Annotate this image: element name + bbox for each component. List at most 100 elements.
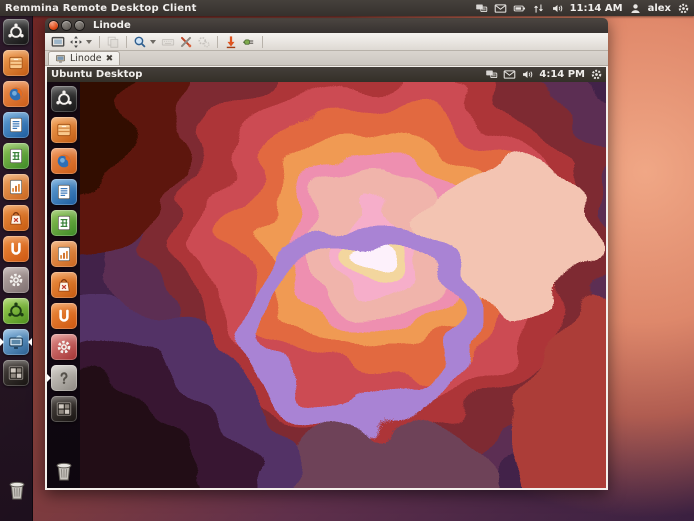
focused-app-arrow-icon	[28, 338, 32, 346]
launcher-item-system-settings[interactable]	[51, 334, 77, 360]
launcher-item-workspace-switcher[interactable]	[51, 396, 77, 422]
session-gear-icon[interactable]	[677, 2, 690, 15]
volume-icon[interactable]	[521, 68, 534, 81]
remote-wallpaper[interactable]	[47, 82, 606, 488]
launcher-item-libreoffice-writer[interactable]	[51, 179, 77, 205]
ubuntu-green-icon	[7, 302, 25, 320]
remote-session-gear-icon[interactable]	[590, 68, 603, 81]
window-maximize-button[interactable]	[75, 21, 84, 30]
libreoffice-impress-icon	[7, 178, 25, 196]
launcher-item-ubuntu-green[interactable]	[3, 298, 29, 324]
launcher-item-ubuntu-software-center[interactable]	[3, 205, 29, 231]
launcher-item-ubuntu-one[interactable]	[3, 236, 29, 262]
dash-home-icon	[55, 90, 73, 108]
network-icon[interactable]	[475, 2, 488, 15]
toolbar-fullscreen-button[interactable]	[49, 34, 67, 50]
toolbar-separator	[126, 36, 127, 48]
running-app-arrow-icon	[0, 338, 4, 346]
toolbar-scaled-mode-button[interactable]	[104, 34, 122, 50]
help-icon	[55, 369, 73, 387]
launcher-item-trash[interactable]	[4, 477, 30, 503]
launcher-item-remmina[interactable]	[3, 329, 29, 355]
toolbar-tools-button[interactable]	[195, 34, 213, 50]
toolbar-separator	[99, 36, 100, 48]
launcher-item-trash[interactable]	[51, 458, 77, 484]
system-settings-icon	[7, 271, 25, 289]
window-titlebar[interactable]: Linode	[45, 18, 608, 33]
remote-panel-title: Ubuntu Desktop	[51, 69, 142, 80]
fit-window-dropdown-caret-icon[interactable]	[86, 40, 92, 44]
toolbar-fit-window-button[interactable]	[67, 34, 85, 50]
workspace-switcher-icon	[7, 364, 25, 382]
remmina-window: Linode Linode ✖ Ubuntu Desktop 4:14 PM	[45, 18, 608, 490]
zoom-dropdown-caret-icon[interactable]	[150, 40, 156, 44]
host-clock[interactable]: 11:14 AM	[570, 3, 623, 14]
toolbar-screenshot-button[interactable]	[222, 34, 240, 50]
user-icon[interactable]	[629, 2, 642, 15]
host-app-title: Remmina Remote Desktop Client	[5, 3, 197, 14]
remote-unity-launcher	[47, 82, 80, 488]
remmina-toolbar	[45, 33, 608, 51]
toolbar-zoom-button[interactable]	[131, 34, 149, 50]
mail-icon[interactable]	[503, 68, 516, 81]
trash-icon	[5, 478, 29, 502]
launcher-item-ubuntu-software-center[interactable]	[51, 272, 77, 298]
tab-linode[interactable]: Linode ✖	[48, 51, 120, 65]
libreoffice-writer-icon	[7, 116, 25, 134]
toolbar-preferences-button[interactable]	[177, 34, 195, 50]
launcher-item-dash-home[interactable]	[3, 19, 29, 45]
home-folder-icon	[55, 121, 73, 139]
libreoffice-calc-icon	[55, 214, 73, 232]
toolbar-separator	[262, 36, 263, 48]
trash-icon	[52, 459, 76, 483]
window-close-button[interactable]	[49, 21, 58, 30]
launcher-item-home-folder[interactable]	[3, 50, 29, 76]
toolbar-disconnect-button[interactable]	[240, 34, 258, 50]
volume-icon[interactable]	[551, 2, 564, 15]
launcher-item-firefox[interactable]	[3, 81, 29, 107]
tab-close-icon[interactable]: ✖	[106, 54, 114, 64]
launcher-item-firefox[interactable]	[51, 148, 77, 174]
window-minimize-button[interactable]	[62, 21, 71, 30]
ubuntu-one-icon	[55, 307, 73, 325]
remote-indicator-area: 4:14 PM	[485, 68, 603, 81]
toolbar-separator	[217, 36, 218, 48]
remmina-icon	[7, 333, 25, 351]
window-title: Linode	[93, 20, 131, 31]
ubuntu-software-center-icon	[55, 276, 73, 294]
host-indicator-area: 11:14 AM alex	[475, 2, 690, 15]
launcher-item-libreoffice-calc[interactable]	[51, 210, 77, 236]
monitor-icon	[55, 53, 66, 64]
remote-session-viewport[interactable]: Ubuntu Desktop 4:14 PM	[45, 66, 608, 490]
launcher-item-ubuntu-one[interactable]	[51, 303, 77, 329]
host-top-panel: Remmina Remote Desktop Client 11:14 AM a…	[0, 0, 694, 16]
launcher-item-home-folder[interactable]	[51, 117, 77, 143]
launcher-item-dash-home[interactable]	[51, 86, 77, 112]
remote-top-panel: Ubuntu Desktop 4:14 PM	[47, 67, 606, 82]
host-username[interactable]: alex	[648, 3, 671, 14]
battery-icon[interactable]	[513, 2, 526, 15]
launcher-item-libreoffice-calc[interactable]	[3, 143, 29, 169]
launcher-item-workspace-switcher[interactable]	[3, 360, 29, 386]
tab-bar: Linode ✖	[45, 51, 608, 66]
launcher-item-libreoffice-impress[interactable]	[3, 174, 29, 200]
mail-icon[interactable]	[494, 2, 507, 15]
libreoffice-writer-icon	[55, 183, 73, 201]
ubuntu-software-center-icon	[7, 209, 25, 227]
launcher-item-help[interactable]	[51, 365, 77, 391]
launcher-item-libreoffice-impress[interactable]	[51, 241, 77, 267]
libreoffice-calc-icon	[7, 147, 25, 165]
toolbar-keyboard-grab-button[interactable]	[159, 34, 177, 50]
firefox-icon	[7, 85, 25, 103]
sync-icon[interactable]	[532, 2, 545, 15]
host-tray-icons	[475, 2, 564, 15]
launcher-item-libreoffice-writer[interactable]	[3, 112, 29, 138]
firefox-icon	[55, 152, 73, 170]
home-folder-icon	[7, 54, 25, 72]
remote-tray-icons	[485, 68, 534, 81]
launcher-item-system-settings[interactable]	[3, 267, 29, 293]
network-icon[interactable]	[485, 68, 498, 81]
remote-desktop[interactable]	[47, 82, 606, 488]
remote-clock[interactable]: 4:14 PM	[539, 69, 585, 80]
tab-label: Linode	[70, 53, 102, 64]
